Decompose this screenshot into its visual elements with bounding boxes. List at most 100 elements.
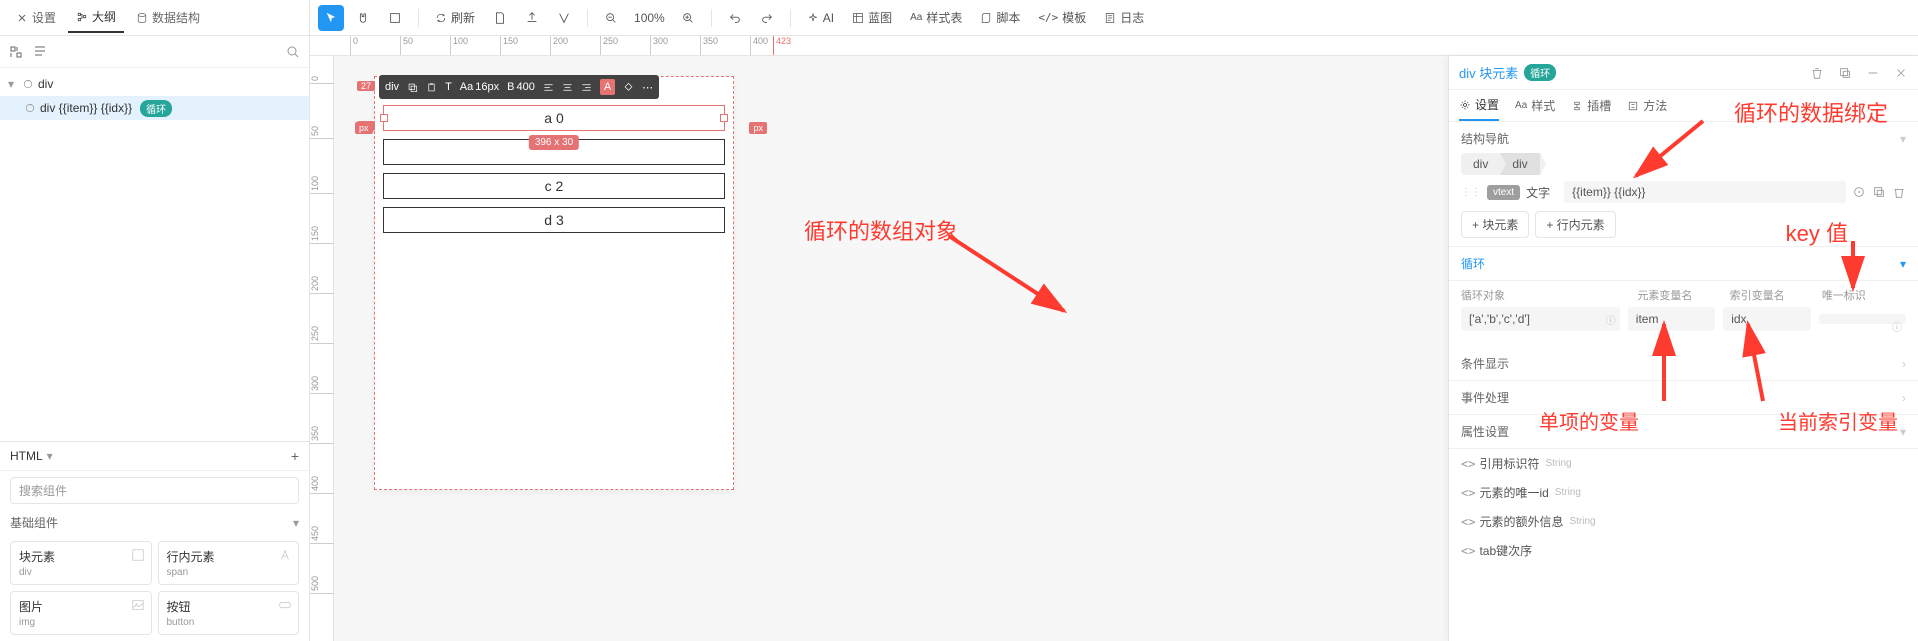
hand-tool[interactable] [350,5,376,31]
comp-inline[interactable]: 行内元素 span [158,541,300,585]
loop-icon [24,102,36,114]
vtext-value-input[interactable] [1564,181,1846,203]
target-icon[interactable] [1852,185,1866,199]
ai-button[interactable]: AI [801,5,840,31]
styles-button[interactable]: Aa样式表 [904,5,968,31]
zoom-level[interactable]: 100% [630,11,669,25]
collapse-icon[interactable] [8,44,24,60]
right-title: div 块元素 [1459,63,1518,82]
zoom-in[interactable] [675,5,701,31]
refresh-button[interactable]: 刷新 [429,5,481,31]
trash-icon[interactable] [1810,66,1824,80]
zoom-out-icon [604,11,618,25]
file-tool[interactable] [487,5,513,31]
loop-item-2[interactable]: c 2 [383,173,725,199]
loop-item-input[interactable]: item [1628,307,1715,331]
prop-extra[interactable]: <>元素的额外信息String [1449,507,1918,536]
loop-item-0[interactable]: a 0 [383,105,725,131]
add-inline-button[interactable]: + 行内元素 [1535,211,1615,238]
expand-icon[interactable] [32,44,48,60]
refresh-icon [435,12,447,24]
blueprint-icon [852,12,864,24]
pointer-tool[interactable] [318,5,344,31]
tab-data-struct[interactable]: 数据结构 [128,3,208,32]
comp-name: 行内元素 [167,548,291,565]
breadcrumb-item[interactable]: div [1461,153,1500,175]
element-floating-toolbar: div T Aa16px B 400 A ⋯ [379,75,659,99]
loop-obj-input[interactable]: ['a','b','c','d']ⓘ [1461,307,1620,331]
v-tool[interactable] [551,5,577,31]
minimize-icon[interactable] [1866,66,1880,80]
weight-control[interactable]: B 400 [507,81,535,93]
tree-root-div[interactable]: ▾ div [0,72,309,96]
blueprint-label: 蓝图 [868,9,892,26]
tab-outline[interactable]: 大纲 [68,2,124,33]
comp-button[interactable]: 按钮 button [158,591,300,635]
copy-icon[interactable] [1872,185,1886,199]
tree-child-div[interactable]: div {{item}} {{idx}} 循环 [0,96,309,120]
cond-section[interactable]: 条件显示› [1449,347,1918,381]
search-components-input[interactable]: 搜索组件 [10,477,299,504]
copy-icon[interactable] [407,82,418,93]
drag-handle-icon[interactable]: ⋮⋮ [1461,187,1481,198]
loop-key-input[interactable]: ⓘ [1819,314,1906,324]
code-icon: </> [1038,11,1058,24]
ai-label: AI [823,11,834,25]
trash-icon[interactable] [1892,185,1906,199]
loop-key-label: 唯一标识 [1822,287,1906,303]
prop-tab[interactable]: <>tab键次序 [1449,536,1918,565]
script-button[interactable]: 脚本 [974,5,1026,31]
subtab-slot[interactable]: 插槽 [1571,91,1611,120]
prop-uid[interactable]: <>元素的唯一idString [1449,478,1918,507]
basic-components-head[interactable]: 基础组件 ▾ [0,510,309,535]
chevron-down-icon: ▾ [1900,425,1906,439]
align-center-icon[interactable] [562,82,573,93]
loop-item-label: 元素变量名 [1637,287,1721,303]
template-button[interactable]: </>模板 [1032,5,1092,31]
align-left-icon[interactable] [543,82,554,93]
text-color-icon[interactable]: A [600,79,615,95]
align-right-icon[interactable] [581,82,592,93]
left-panel: 设置 大纲 数据结构 ▾ div div {{item}} {{idx}} 循环 [0,0,310,641]
struct-nav-section: 结构导航▾ div div ⋮⋮ vtext 文字 + 块元素 + 行内元素 [1449,122,1918,247]
add-icon[interactable]: + [291,448,299,464]
clipboard-icon[interactable] [426,82,437,93]
copy-icon[interactable] [1838,66,1852,80]
prop-ref[interactable]: <>引用标识符String [1449,449,1918,478]
comp-image[interactable]: 图片 img [10,591,152,635]
more-icon[interactable]: ⋯ [642,81,653,94]
redo-button[interactable] [754,5,780,31]
log-button[interactable]: 日志 [1098,5,1150,31]
fill-color-icon[interactable] [623,82,634,93]
info-icon[interactable]: ⓘ [1892,319,1902,334]
attr-section[interactable]: 属性设置▾ [1449,415,1918,449]
blueprint-button[interactable]: 蓝图 [846,5,898,31]
comp-block[interactable]: 块元素 div [10,541,152,585]
event-section[interactable]: 事件处理› [1449,381,1918,415]
close-icon[interactable] [1894,66,1908,80]
info-icon[interactable]: ⓘ [1606,312,1616,327]
search-icon[interactable] [285,44,301,60]
zoom-out[interactable] [598,5,624,31]
font-size-control[interactable]: Aa16px [460,81,499,93]
loop-section-head[interactable]: 循环 ▾ [1449,247,1918,281]
tab-settings[interactable]: 设置 [8,3,64,32]
subtab-method[interactable]: 方法 [1627,91,1667,120]
loop-idx-input[interactable]: idx [1723,307,1810,331]
zoom-in-icon [681,11,695,25]
subtab-styles[interactable]: Aa样式 [1515,91,1555,120]
tag-label[interactable]: div [385,81,399,93]
undo-button[interactable] [722,5,748,31]
struct-nav-head[interactable]: 结构导航▾ [1461,130,1906,147]
text-icon[interactable]: T [445,81,452,93]
artboard[interactable]: 27 27 px px div T Aa16px B 400 A [374,76,734,490]
ruler-tick: 423 [773,36,791,56]
ruler-tick: 350 [310,426,334,444]
loop-item-3[interactable]: d 3 [383,207,725,233]
export-tool[interactable] [519,5,545,31]
add-block-button[interactable]: + 块元素 [1461,211,1529,238]
frame-tool[interactable] [382,5,408,31]
button-icon [278,598,292,612]
html-section-head[interactable]: HTML ▾ + [0,442,309,471]
subtab-settings[interactable]: 设置 [1459,90,1499,121]
